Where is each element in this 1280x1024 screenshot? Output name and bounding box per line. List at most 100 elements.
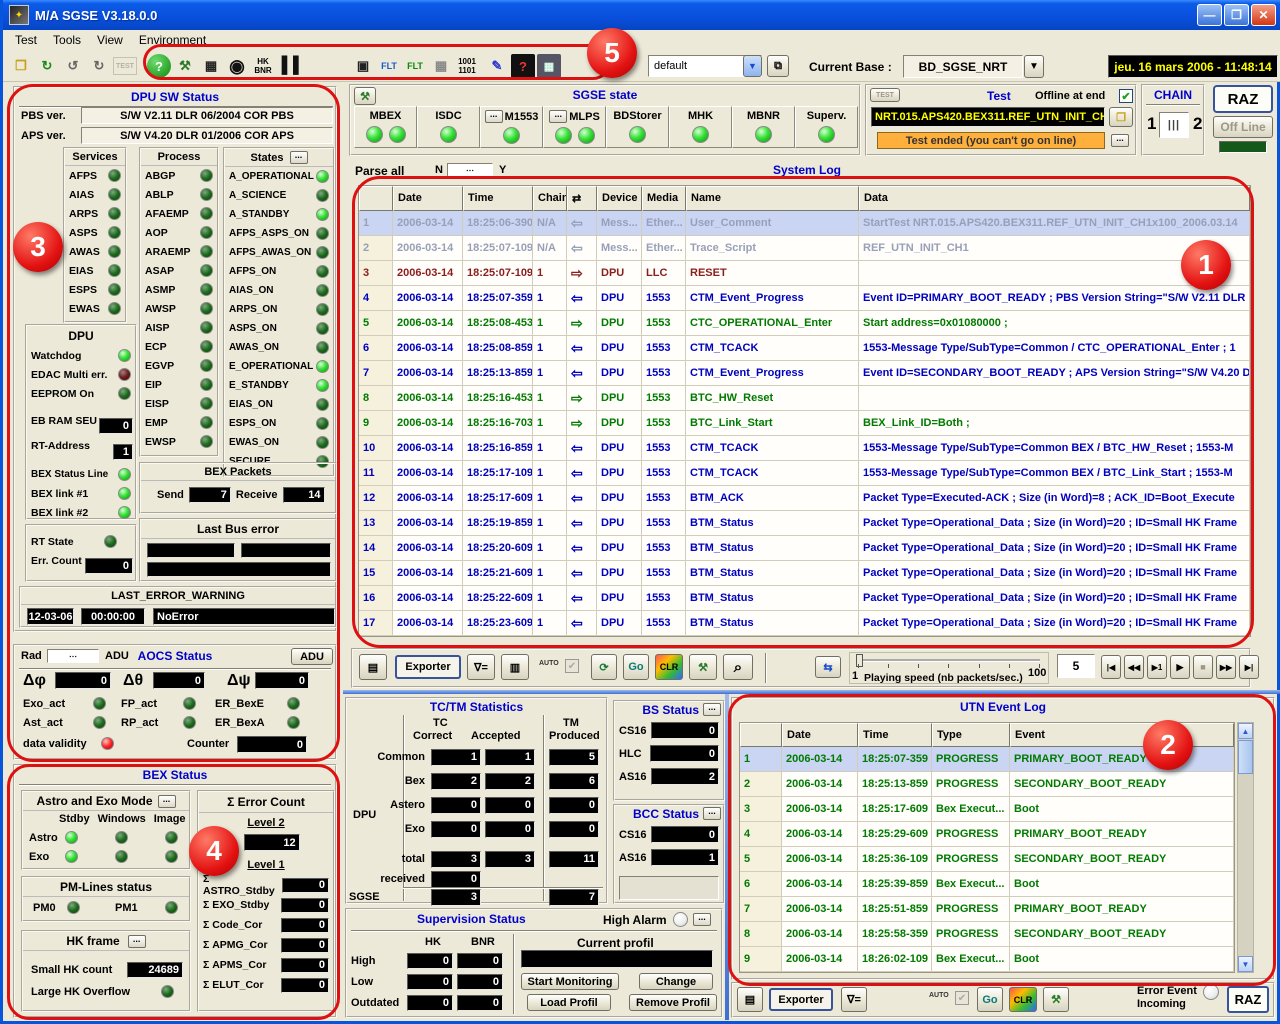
error-help-icon[interactable]: ? [511,54,535,78]
remove-profil-button[interactable]: Remove Profil [629,994,717,1011]
bs-more-button[interactable]: ... [703,703,721,716]
utn-exporter-button[interactable]: Exporter [769,988,833,1011]
adu-button[interactable]: ADU [291,648,333,665]
swap-icon[interactable]: ⇆ [815,656,841,678]
system-log-row[interactable]: 13 2006-03-14 18:25:19-859 1 ⇦ DPU 1553 … [359,511,1250,536]
offline-button[interactable]: Off Line [1213,116,1273,138]
system-log-row[interactable]: 8 2006-03-14 18:25:16-453 1 ⇨ DPU 1553 B… [359,386,1250,411]
redo-icon[interactable]: ↻ [87,54,111,78]
scroll-thumb[interactable] [1238,740,1253,774]
utn-row[interactable]: 4 2006-03-14 18:25:29-609 PROGRESS PRIMA… [740,822,1234,847]
col-direction-icon[interactable]: ⇄ [567,186,597,211]
close-button[interactable]: ✕ [1251,4,1276,26]
system-log-row[interactable]: 6 2006-03-14 18:25:08-859 1 ⇦ DPU 1553 C… [359,336,1250,361]
bcc-more-button[interactable]: ... [703,807,721,820]
bars-icon[interactable]: ▌▌ [281,54,305,78]
nav-first-button[interactable]: |◀ [1101,655,1121,679]
combobox-arrow-icon[interactable]: ▼ [743,55,762,77]
refresh-db-icon[interactable]: ↻ [35,54,59,78]
nav-stop-button[interactable]: ■ [1193,655,1213,679]
system-log-row[interactable]: 10 2006-03-14 18:25:16-859 1 ⇦ DPU 1553 … [359,436,1250,461]
vertical-splitter[interactable] [725,694,729,1020]
system-log-row[interactable]: 2 2006-03-14 18:25:07-109 N/A ⇦ Mess... … [359,236,1250,261]
hk-frame-more-button[interactable]: ... [128,935,146,948]
nav-last-button[interactable]: ▶| [1239,655,1259,679]
copy-profile-button[interactable]: ⧉ [767,55,789,77]
system-log-row[interactable]: 7 2006-03-14 18:25:13-859 1 ⇦ DPU 1553 C… [359,361,1250,386]
system-log-row[interactable]: 11 2006-03-14 18:25:17-109 1 ⇦ DPU 1553 … [359,461,1250,486]
utn-scrollbar[interactable]: ▲ ▼ [1237,722,1254,973]
scroll-up-icon[interactable]: ▲ [1238,723,1253,739]
open-folder-icon[interactable]: ❒ [9,54,33,78]
help-icon[interactable]: ? [147,54,171,78]
col-chain[interactable]: Chain [533,186,567,211]
states-more-button[interactable]: ... [290,151,308,164]
system-log-row[interactable]: 17 2006-03-14 18:25:23-609 1 ⇦ DPU 1553 … [359,611,1250,636]
menu-tools[interactable]: Tools [45,31,89,49]
current-base-value[interactable]: BD_SGSE_NRT [903,55,1023,78]
col-media[interactable]: Media [642,186,686,211]
system-log-row[interactable]: 12 2006-03-14 18:25:17-609 1 ⇦ DPU 1553 … [359,486,1250,511]
utn-raz-button[interactable]: RAZ [1227,986,1269,1013]
clr-icon[interactable]: CLR [655,654,683,680]
print-icon[interactable]: ▤ [359,654,387,680]
raz-button[interactable]: RAZ [1213,85,1273,113]
calculator-icon[interactable]: ▦ [537,54,561,78]
tools-icon[interactable]: ⚒ [173,54,197,78]
nav-play-button[interactable]: ▶ [1170,655,1190,679]
search-icon[interactable]: ⌕ [723,654,753,680]
utn-autoscroll-checkbox[interactable]: ✔ [955,991,969,1005]
utn-row[interactable]: 5 2006-03-14 18:25:36-109 PROGRESS SECON… [740,847,1234,872]
utn-filter-icon[interactable]: ∇= [841,987,867,1012]
utn-row[interactable]: 6 2006-03-14 18:25:39-859 Bex Execut... … [740,872,1234,897]
utn-row[interactable]: 3 2006-03-14 18:25:17-609 Bex Execut... … [740,797,1234,822]
utn-row[interactable]: 2 2006-03-14 18:25:13-859 PROGRESS SECON… [740,772,1234,797]
export-disk-icon[interactable]: ▣ [351,54,375,78]
undo-icon[interactable]: ↺ [61,54,85,78]
system-log-row[interactable]: 4 2006-03-14 18:25:07-359 1 ⇦ DPU 1553 C… [359,286,1250,311]
col-device[interactable]: Device [597,186,642,211]
change-button[interactable]: Change [639,973,713,990]
flt-transfer-icon[interactable]: FLT [403,54,427,78]
mlps-more-button[interactable]: ... [549,110,567,123]
base-dropdown-icon[interactable]: ▼ [1024,55,1044,78]
utn-row[interactable]: 9 2006-03-14 18:26:02-109 Bex Execut... … [740,947,1234,972]
go-icon[interactable]: Go [623,654,649,680]
system-log-row[interactable]: 5 2006-03-14 18:25:08-453 1 ⇨ DPU 1553 C… [359,311,1250,336]
utn-tools-icon[interactable]: ⚒ [1043,987,1069,1012]
horizontal-splitter[interactable] [343,690,1280,694]
open-test-file-icon[interactable]: ❒ [1109,107,1133,127]
col-time[interactable]: Time [463,186,533,211]
playing-speed-slider[interactable]: 1 Playing speed (nb packets/sec.) 100 [849,652,1049,684]
flt-check-icon[interactable]: FLT [377,54,401,78]
utn-row[interactable]: 7 2006-03-14 18:25:51-859 PROGRESS PRIMA… [740,897,1234,922]
col-name[interactable]: Name [686,186,859,211]
chain-selector[interactable]: ||| [1159,112,1189,138]
nav-forward-button[interactable]: ▶▶ [1216,655,1236,679]
exporter-button[interactable]: Exporter [395,655,461,679]
maximize-button[interactable]: ❐ [1224,4,1249,26]
hk-bnr-icon[interactable]: HK BNR [251,54,275,78]
start-monitoring-button[interactable]: Start Monitoring [521,973,619,990]
high-alarm-more-button[interactable]: ... [693,913,711,926]
system-log-row[interactable]: 3 2006-03-14 18:25:07-109 1 ⇨ DPU LLC RE… [359,261,1250,286]
fan-icon[interactable]: ◉ [225,54,249,78]
minimize-button[interactable]: — [1197,4,1222,26]
utn-autoscroll-icon[interactable]: AUTO [929,992,949,999]
astro-exo-more-button[interactable]: ... [158,795,176,808]
sgse-tools-icon[interactable]: ⚒ [354,87,376,105]
load-profil-button[interactable]: Load Profil [527,994,611,1011]
autoscroll-icon[interactable]: AUTO [539,660,559,667]
nav-rewind-button[interactable]: ◀◀ [1124,655,1144,679]
filter-icon[interactable]: ∇= [467,654,495,680]
rad-adu-slider[interactable]: ⋯ [47,649,99,663]
pen-icon[interactable]: ✎ [485,54,509,78]
test-status-more-button[interactable]: ... [1111,134,1129,147]
parse-slider[interactable]: ⋯ [447,163,493,178]
trash-icon[interactable]: ▥ [501,654,529,680]
system-log-row[interactable]: 1 2006-03-14 18:25:06-390 N/A ⇦ Mess... … [359,211,1250,236]
page-number-field[interactable]: 5 [1057,654,1095,678]
utn-clr-icon[interactable]: CLR [1009,987,1037,1012]
utn-print-icon[interactable]: ▤ [737,987,763,1012]
col-blank[interactable] [359,186,393,211]
